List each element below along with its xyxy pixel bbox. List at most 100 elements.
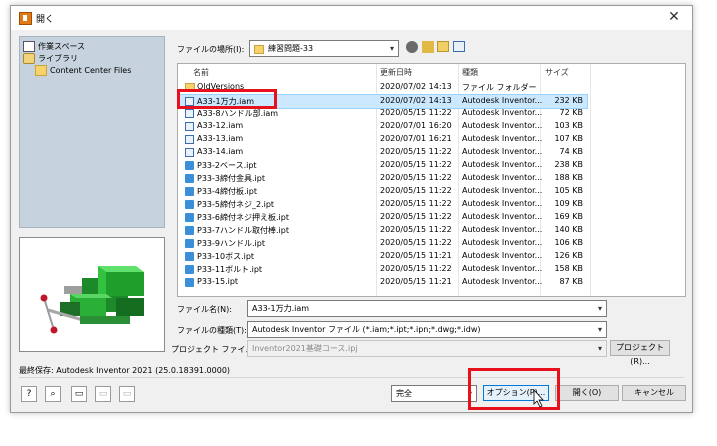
- file-name: P33-5締付ネジ_2.ipt: [197, 200, 275, 209]
- chevron-down-icon: ▾: [597, 344, 602, 353]
- help-icon[interactable]: ?: [21, 386, 37, 402]
- place-workspace[interactable]: 作業スペース: [23, 40, 85, 52]
- file-date: 2020/05/15 11:22: [380, 264, 452, 273]
- file-row[interactable]: P33-2ベース.ipt 2020/05/15 11:22 Autodesk Inv…: [179, 159, 587, 172]
- file-size: 238 KB: [554, 160, 583, 169]
- filetype-value: Autodesk Inventor ファイル (*.iam;*.ipt;*.ip…: [252, 325, 481, 334]
- file-size: 169 KB: [554, 212, 583, 221]
- back-icon[interactable]: [406, 41, 418, 53]
- file-row[interactable]: P33-15.ipt 2020/05/15 11:21 Autodesk Inven…: [179, 276, 587, 289]
- file-date: 2020/05/15 11:22: [380, 199, 452, 208]
- file-row[interactable]: A33-13.iam 2020/07/01 16:21 Autodesk Inven…: [179, 133, 587, 146]
- file-size: 87 KB: [559, 277, 583, 286]
- assembly-file-icon: [185, 148, 194, 157]
- workspace-icon: [23, 40, 35, 52]
- column-size[interactable]: サイズ: [545, 67, 569, 78]
- close-icon[interactable]: ✕: [662, 7, 686, 27]
- file-type: Autodesk Inventor...: [462, 173, 543, 182]
- column-name[interactable]: 名前: [193, 67, 209, 78]
- file-type: Autodesk Inventor...: [462, 238, 543, 247]
- file-type: Autodesk Inventor...: [462, 186, 543, 195]
- file-name: A33-14.iam: [197, 147, 244, 156]
- file-size: 72 KB: [559, 108, 583, 117]
- column-date[interactable]: 更新日時: [380, 67, 412, 78]
- filename-input[interactable]: A33-1万力.iam ▾: [247, 300, 607, 317]
- file-date: 2020/05/15 11:22: [380, 173, 452, 182]
- file-row[interactable]: P33-7ハンドル取付棒.ipt 2020/05/15 11:22 Autodesk…: [179, 224, 587, 237]
- folder-icon: [35, 64, 47, 76]
- file-date: 2020/05/15 11:22: [380, 225, 452, 234]
- file-type: Autodesk Inventor...: [462, 121, 543, 130]
- place-library[interactable]: ライブラリ: [23, 52, 78, 64]
- file-size: 140 KB: [554, 225, 583, 234]
- project-select: Inventor2021基礎コース.ipj ▾: [247, 340, 607, 357]
- chevron-down-icon: ▾: [389, 44, 394, 53]
- file-type: Autodesk Inventor...: [462, 96, 543, 105]
- view-menu-icon[interactable]: [453, 41, 465, 52]
- filename-value: A33-1万力.iam: [252, 304, 310, 313]
- chevron-down-icon: ▾: [597, 304, 602, 313]
- place-label: Content Center Files: [50, 65, 132, 75]
- file-row[interactable]: A33-12.iam 2020/07/01 16:20 Autodesk Inven…: [179, 120, 587, 133]
- file-row[interactable]: P33-4締付板.ipt 2020/05/15 11:22 Autodesk Inv…: [179, 185, 587, 198]
- place-content-center[interactable]: Content Center Files: [35, 64, 131, 76]
- up-folder-icon[interactable]: [422, 41, 434, 53]
- file-row[interactable]: P33-10ボス.ipt 2020/05/15 11:21 Autodesk Inv…: [179, 250, 587, 263]
- part-file-icon: [185, 213, 194, 222]
- file-size: 74 KB: [559, 147, 583, 156]
- file-type: Autodesk Inventor...: [462, 108, 543, 117]
- last-saved-info: 最終保存: Autodesk Inventor 2021 (25.0.18391…: [19, 366, 231, 375]
- file-name: P33-3締付金具.ipt: [197, 174, 265, 183]
- cancel-button[interactable]: キャンセル: [622, 385, 686, 401]
- file-date: 2020/07/02 14:13: [380, 82, 452, 91]
- file-type: Autodesk Inventor...: [462, 225, 543, 234]
- file-name: P33-4締付板.ipt: [197, 187, 257, 196]
- project-button[interactable]: プロジェクト(R)...: [610, 340, 670, 366]
- find-icon[interactable]: ⌕: [45, 386, 61, 402]
- part-file-icon: [185, 174, 194, 183]
- column-separator: [590, 64, 591, 296]
- file-row[interactable]: P33-5締付ネジ_2.ipt 2020/05/15 11:22 Autodesk …: [179, 198, 587, 211]
- file-row[interactable]: P33-6締付ネジ押え板.ipt 2020/05/15 11:22 Autodesk…: [179, 211, 587, 224]
- document-icon[interactable]: ▭: [71, 386, 87, 402]
- file-name: P33-11ボルト.ipt: [197, 265, 263, 274]
- disabled-tool-icon: ▭: [119, 386, 135, 402]
- file-row[interactable]: P33-3締付金具.ipt 2020/05/15 11:22 Autodesk In…: [179, 172, 587, 185]
- folder-icon: [254, 45, 264, 54]
- assembly-file-icon: [185, 122, 194, 131]
- new-folder-icon[interactable]: [437, 41, 449, 52]
- file-name: P33-15.ipt: [197, 277, 239, 286]
- file-name: P33-6締付ネジ押え板.ipt: [197, 213, 289, 222]
- open-button[interactable]: 開く(O): [555, 385, 619, 401]
- location-combo[interactable]: 練習問題-33 ▾: [249, 40, 399, 57]
- file-type: Autodesk Inventor...: [462, 134, 543, 143]
- place-label: 作業スペース: [38, 41, 86, 51]
- file-name: P33-9ハンドル.ipt: [197, 239, 265, 248]
- divider: [19, 377, 684, 378]
- part-file-icon: [185, 252, 194, 261]
- disabled-tool-icon: ▭: [95, 386, 111, 402]
- file-size: 126 KB: [554, 251, 583, 260]
- filetype-select[interactable]: Autodesk Inventor ファイル (*.iam;*.ipt;*.ip…: [247, 321, 607, 338]
- filename-label: ファイル名(N):: [177, 305, 232, 314]
- mode-value: 完全: [396, 389, 412, 398]
- part-file-icon: [185, 278, 194, 287]
- library-icon: [23, 52, 35, 64]
- open-mode-select[interactable]: 完全 ▾: [391, 385, 477, 402]
- file-type: Autodesk Inventor...: [462, 277, 543, 286]
- part-file-icon: [185, 239, 194, 248]
- file-row[interactable]: P33-9ハンドル.ipt 2020/05/15 11:22 Autodesk In…: [179, 237, 587, 250]
- column-type[interactable]: 種類: [462, 67, 478, 78]
- file-date: 2020/07/02 14:13: [380, 96, 452, 105]
- file-date: 2020/05/15 11:22: [380, 108, 452, 117]
- file-row[interactable]: P33-11ボルト.ipt 2020/05/15 11:22 Autodesk In…: [179, 263, 587, 276]
- inventor-app-icon: [19, 12, 32, 25]
- location-value: 練習問題-33: [268, 44, 314, 53]
- file-type: ファイル フォルダー: [462, 83, 537, 92]
- chevron-down-icon: ▾: [597, 325, 602, 334]
- file-size: 106 KB: [554, 238, 583, 247]
- file-row[interactable]: A33-14.iam 2020/05/15 11:22 Autodesk Inven…: [179, 146, 587, 159]
- file-name: A33-8ハンドル部.iam: [197, 109, 279, 118]
- project-value: Inventor2021基礎コース.ipj: [252, 344, 358, 353]
- file-name: P33-7ハンドル取付棒.ipt: [197, 226, 289, 235]
